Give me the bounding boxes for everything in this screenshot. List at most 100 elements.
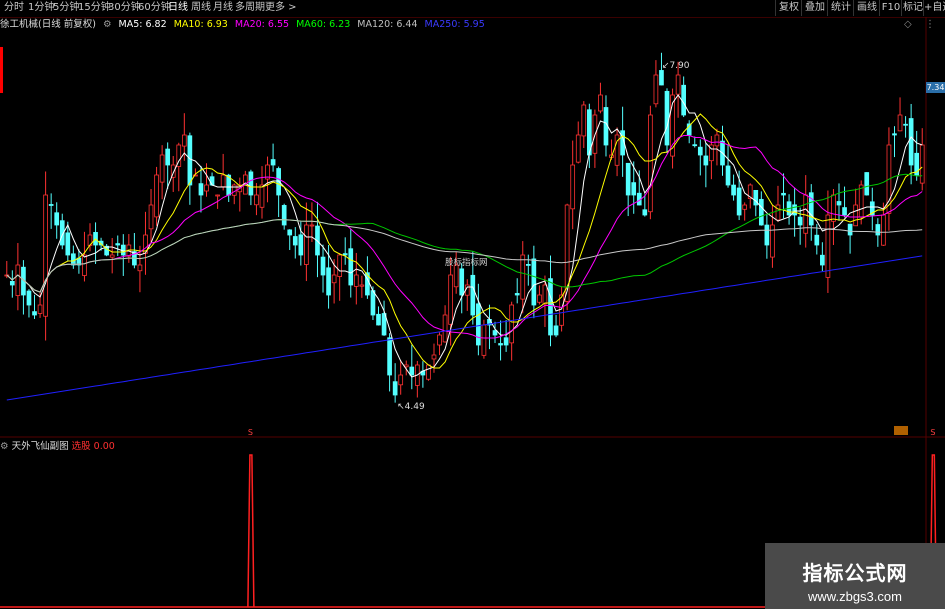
candle-body [825,214,831,278]
mark-button[interactable]: 标记 [901,0,924,16]
candle-body [109,254,115,258]
candle-body [736,187,742,216]
candle-body [181,134,187,147]
ma20-value: MA20: 6.55 [234,19,290,30]
candle-body [71,253,76,266]
candle-body [476,303,481,346]
candle-body [675,74,681,95]
candle-body [814,234,820,246]
candle-body [537,294,542,303]
candle-body [37,304,43,314]
candle-body [642,209,648,216]
left-highlight-bar [0,47,3,93]
indicator-name: 天外飞仙副图 [11,441,69,452]
candle-body [509,304,515,344]
candle-body [198,183,204,196]
candle-body [503,337,509,346]
candle-body [897,114,903,132]
adjust-button[interactable]: 复权 [775,0,802,16]
signal-marker: S [248,428,253,437]
period-multi[interactable]: 多周期 [235,0,265,16]
candle-body [270,159,276,166]
period-intraday[interactable]: 分时 [4,0,24,16]
candle-body [137,264,143,272]
indicator-settings-icon[interactable]: ⚙ [0,441,9,452]
candle-body [575,134,581,163]
candle-body [348,248,354,286]
candle-body [248,171,254,196]
period-30min[interactable]: 30分钟 [108,0,141,16]
candle-body [320,256,326,276]
candle-body [764,224,770,246]
candle-body [659,70,664,86]
period-weekly[interactable]: 周线 [191,0,211,16]
candle-body [9,281,15,286]
candle-body [409,366,415,376]
watermark-url: www.zbgs3.com [808,589,902,604]
candle-body [281,205,287,226]
candle-body [148,204,154,230]
candle-body [259,184,265,208]
candle-body [43,194,48,317]
candle-body [742,204,748,210]
period-5min[interactable]: 5分钟 [53,0,79,16]
candle-body [431,354,437,360]
candle-body [514,293,520,296]
add-watchlist-button[interactable]: +自选 [923,0,945,16]
ma60-value: MA60: 6.23 [296,19,351,30]
candle-body [598,94,603,112]
candle-body [903,123,908,126]
candle-body [553,325,559,336]
grid-icon[interactable]: ⋮ [925,19,935,30]
candle-body [481,324,487,356]
candle-body [326,267,331,296]
ma-legend: 徐工机械(日线 前复权) ⚙ MA5: 6.82 MA10: 6.93 MA20… [0,18,489,32]
ma5-value: MA5: 6.82 [118,19,167,30]
ma60-line [6,173,923,293]
f10-button[interactable]: F10 [879,0,902,16]
ma250-value: MA250: 5.95 [424,19,485,30]
candle-body [664,90,670,146]
signal-spike [247,454,255,608]
candle-body [797,216,803,226]
candle-body [292,236,298,246]
period-60min[interactable]: 60分钟 [138,0,171,16]
ma10-value: MA10: 6.93 [173,19,228,30]
candle-body [426,364,431,380]
period-toolbar: 分时 1分钟 5分钟 15分钟 30分钟 60分钟 日线 周线 月线 多周期 更… [0,0,945,18]
period-daily[interactable]: 日线 [168,0,188,16]
candle-body [625,162,631,196]
candle-body [48,204,54,206]
kline-chart[interactable]: ↙7.90↖4.49股标指标网 SSS [0,17,945,609]
candle-body [836,201,842,206]
candle-body [758,198,764,226]
candle-body [459,268,465,296]
signal-series-value: 0.00 [93,441,115,452]
candle-body [792,204,797,216]
signal-marker: S [930,428,935,437]
candle-body [847,223,853,236]
draw-button[interactable]: 画线 [853,0,880,16]
settings-icon[interactable]: ⚙ [103,19,112,30]
period-more[interactable]: 更多 > [265,0,297,16]
period-15min[interactable]: 15分钟 [78,0,111,16]
period-monthly[interactable]: 月线 [213,0,233,16]
candle-body [437,334,442,346]
period-1min[interactable]: 1分钟 [28,0,54,16]
low-price-label: ↖4.49 [397,402,425,412]
candle-body [892,133,897,136]
candle-body [781,192,786,196]
candle-body [520,254,526,300]
candle-body [82,254,87,276]
candle-body [864,172,870,196]
overlay-button[interactable]: 叠加 [801,0,828,16]
candle-body [392,381,398,396]
candle-body [448,274,453,325]
candle-body [542,284,548,305]
candle-body [908,118,914,166]
expand-icon[interactable]: ◇ [904,19,912,30]
candle-body [453,264,459,288]
event-marker [894,426,908,435]
candle-body [731,184,736,196]
stats-button[interactable]: 统计 [827,0,854,16]
